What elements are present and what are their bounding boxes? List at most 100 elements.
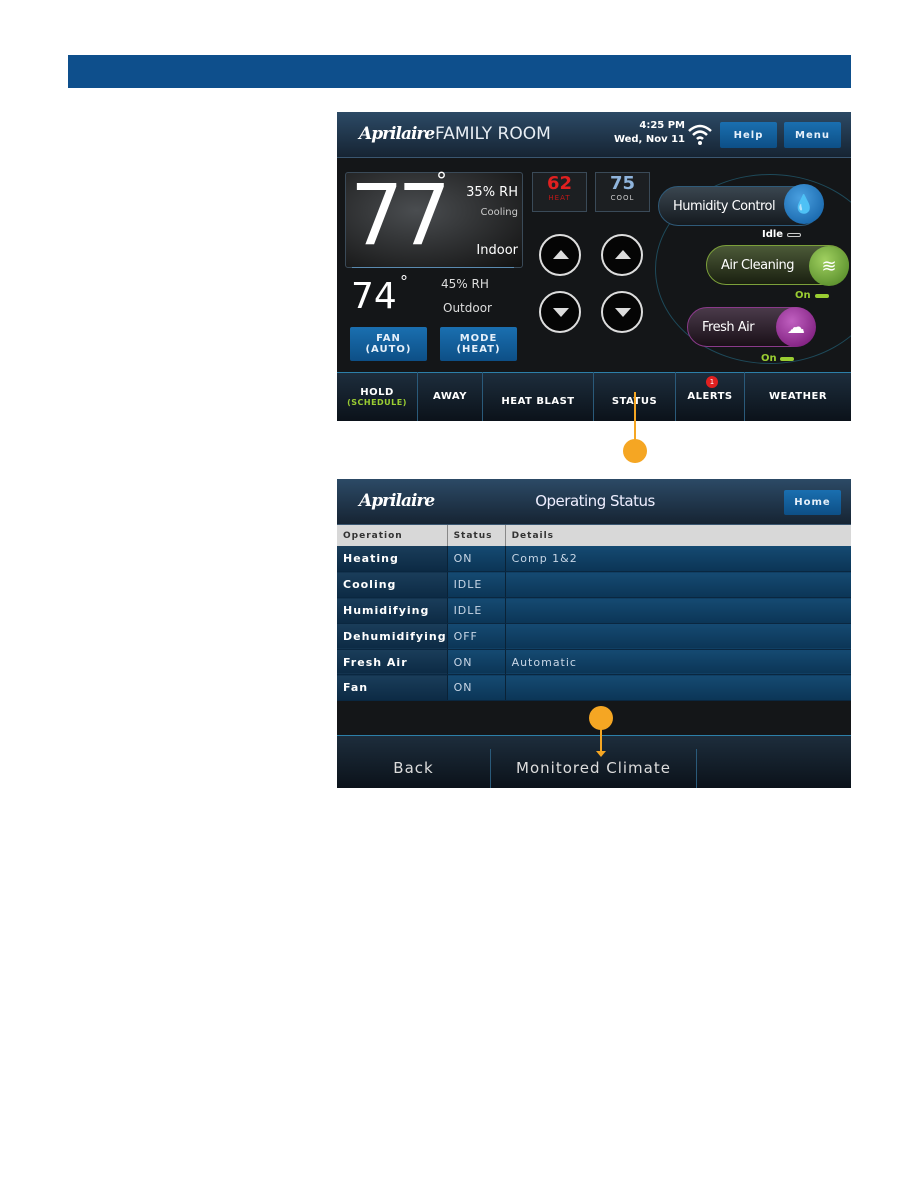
home-header: Aprilaire FAMILY ROOM 4:25 PM Wed, Nov 1… [337,112,851,158]
operation-cell: Humidifying [337,597,448,624]
outdoor-degree: ° [400,272,408,291]
cool-label: COOL [610,194,635,202]
details-cell: Comp 1&2 [505,546,851,573]
callout-line [634,392,636,440]
clock-date: Wed, Nov 11 [613,134,685,145]
operation-cell: Heating [337,546,448,573]
indoor-state: Cooling [480,207,518,218]
column-header: Operation [337,525,448,546]
nav-heat-blast[interactable]: HEAT BLAST [483,372,594,421]
details-cell: Automatic [505,649,851,676]
cool-up-button[interactable] [601,234,643,276]
wifi-icon [688,124,712,145]
indoor-temp: 77 [350,166,451,264]
status-cell: ON [446,649,506,676]
nav-away[interactable]: AWAY [418,372,483,421]
operation-cell: Cooling [337,571,448,599]
cool-down-button[interactable] [601,291,643,333]
callout-marker [589,706,613,730]
outdoor-rh: 45% RH [441,277,489,291]
status-table: Operation Status Details Heating ON Comp 1… [337,525,851,702]
mode-button[interactable]: MODE (HEAT) [440,327,517,361]
fresh-air-label: Fresh Air [702,319,755,335]
monitored-climate-button[interactable]: Monitored Climate [491,749,697,788]
operation-cell: Fresh Air [337,649,448,676]
cool-value: 75 [609,173,636,194]
indoor-label: Indoor [476,243,518,258]
outdoor-temp: 74 [351,276,397,317]
section-header-bar [68,55,851,88]
table-row: Humidifying IDLE [337,597,851,624]
table-row: Heating ON Comp 1&2 [337,546,851,573]
heat-label: HEAT [548,194,571,202]
water-drop-icon: 💧 [784,184,824,224]
status-cell: IDLE [446,571,506,599]
humidity-control-label: Humidity Control [673,198,776,214]
status-indicator [787,233,801,237]
indoor-panel: 77 ° 35% RH Cooling Indoor [345,166,523,268]
fan-button[interactable]: FAN (AUTO) [350,327,427,361]
status-cell: ON [446,674,506,702]
cool-setpoint: 75 COOL [595,172,650,212]
arrow-up-icon [615,250,631,259]
column-header: Status [447,525,506,546]
menu-button[interactable]: Menu [784,122,841,148]
column-header: Details [505,525,851,546]
operation-cell: Fan [337,674,448,702]
page-title: Operating Status [535,492,655,510]
hold-label: HOLD [360,386,394,398]
indoor-degree: ° [436,169,447,194]
status-cell: OFF [446,623,506,650]
aprilaire-logo: Aprilaire [359,491,435,511]
nav-weather[interactable]: WEATHER [745,372,851,421]
nav-hold[interactable]: HOLD (SCHEDULE) [337,372,418,421]
aprilaire-logo: Aprilaire [359,124,435,144]
humidity-status: Idle [762,229,784,240]
heat-value: 62 [546,173,573,194]
clock-time: 4:25 PM [639,120,685,131]
status-cell: IDLE [446,597,506,624]
mode-label: MODE [459,333,498,344]
status-indicator [815,294,829,298]
heat-up-button[interactable] [539,234,581,276]
back-button[interactable]: Back [337,749,491,788]
alerts-badge: 1 [706,376,718,388]
table-row: Cooling IDLE [337,571,851,599]
fan-label: FAN [376,333,401,344]
callout-arrowhead [596,751,606,757]
home-screen: Aprilaire FAMILY ROOM 4:25 PM Wed, Nov 1… [337,112,851,421]
room-name: FAMILY ROOM [435,124,551,144]
callout-line [600,728,602,752]
air-filter-icon: ≋ [809,246,849,286]
divider [352,267,514,268]
status-cell: ON [446,546,506,573]
indoor-rh: 35% RH [466,185,518,200]
heat-setpoint: 62 HEAT [532,172,587,212]
table-row: Fan ON [337,674,851,702]
arrow-down-icon [553,308,569,317]
arrow-down-icon [615,308,631,317]
details-cell [505,571,851,599]
alerts-label: ALERTS [687,391,733,402]
home-button[interactable]: Home [784,490,841,515]
details-cell [505,674,851,702]
status-screen: Aprilaire Operating Status Home Operatio… [337,479,851,788]
air-cleaning-status: On [795,290,811,301]
details-cell [505,623,851,650]
hold-sub: (SCHEDULE) [347,397,407,407]
help-button[interactable]: Help [720,122,777,148]
mode-value: (HEAT) [456,344,501,355]
fan-value: (AUTO) [365,344,412,355]
arrow-up-icon [553,250,569,259]
fresh-air-status: On [761,353,777,364]
callout-marker [623,439,647,463]
status-header: Aprilaire Operating Status Home [337,479,851,525]
heat-down-button[interactable] [539,291,581,333]
details-cell [505,597,851,624]
air-cleaning-label: Air Cleaning [721,257,794,273]
table-row: Dehumidifying OFF [337,623,851,650]
status-indicator [780,357,794,361]
operation-cell: Dehumidifying [337,623,448,650]
table-row: Fresh Air ON Automatic [337,649,851,676]
cloud-wind-icon: ☁ [776,307,816,347]
